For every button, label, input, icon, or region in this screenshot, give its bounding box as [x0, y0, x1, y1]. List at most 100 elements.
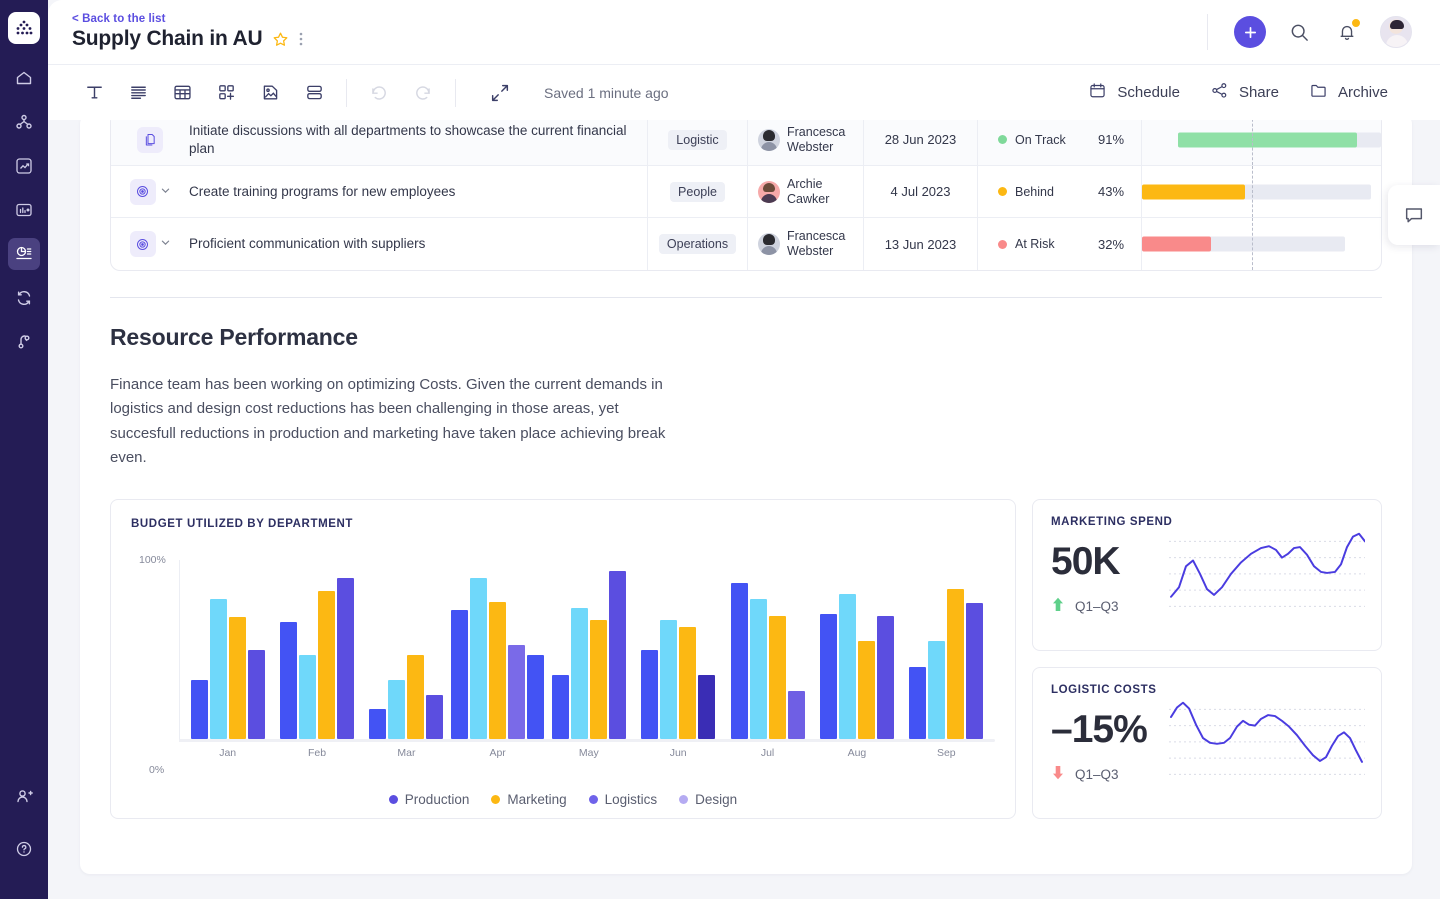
bar[interactable] — [210, 599, 227, 739]
bar-chart-icon[interactable] — [8, 194, 40, 226]
x-axis-tick-label: Apr — [451, 747, 544, 759]
expand-icon[interactable] — [478, 73, 522, 113]
bar[interactable] — [407, 655, 424, 739]
more-vertical-icon[interactable] — [299, 31, 303, 47]
layout-icon[interactable] — [292, 73, 336, 113]
calendar-icon — [1088, 81, 1107, 104]
content-scroll[interactable]: Initiate discussions with all department… — [48, 120, 1440, 899]
add-button[interactable] — [1234, 16, 1266, 48]
bar[interactable] — [966, 603, 983, 738]
avatar-francesca — [758, 129, 780, 151]
bar[interactable] — [928, 641, 945, 739]
bar[interactable] — [820, 614, 837, 739]
refresh-icon[interactable] — [8, 282, 40, 314]
bar[interactable] — [660, 620, 677, 738]
image-icon[interactable] — [248, 73, 292, 113]
network-icon[interactable] — [8, 106, 40, 138]
text-icon[interactable] — [72, 73, 116, 113]
redo-icon[interactable] — [401, 73, 445, 113]
legend-item[interactable]: Production — [389, 792, 470, 807]
sidebar-item-dashboard[interactable] — [8, 238, 40, 270]
bar[interactable] — [769, 616, 786, 739]
bar[interactable] — [527, 655, 544, 739]
bar[interactable] — [750, 599, 767, 739]
bar[interactable] — [489, 602, 506, 739]
today-marker — [1252, 120, 1253, 165]
avatar-archie — [758, 181, 780, 203]
section-heading: Resource Performance — [110, 324, 1382, 351]
legend-item[interactable]: Marketing — [491, 792, 566, 807]
bar-group: Jan — [183, 560, 272, 739]
star-icon[interactable] — [272, 31, 289, 48]
target-icon[interactable] — [130, 179, 156, 205]
x-axis-tick-label: Jan — [183, 747, 272, 759]
gantt-track — [1142, 184, 1371, 199]
main-area: < Back to the list Supply Chain in AU — [48, 0, 1440, 899]
table-row[interactable]: Initiate discussions with all department… — [111, 120, 1381, 166]
search-icon[interactable] — [1284, 17, 1314, 47]
table-row[interactable]: Create training programs for new employe… — [111, 166, 1381, 218]
home-icon[interactable] — [8, 62, 40, 94]
bar[interactable] — [369, 709, 386, 739]
bar[interactable] — [191, 680, 208, 739]
trending-up-icon[interactable] — [8, 150, 40, 182]
bar[interactable] — [858, 641, 875, 739]
legend-item[interactable]: Design — [679, 792, 737, 807]
user-plus-icon[interactable] — [8, 781, 40, 813]
bar[interactable] — [571, 608, 588, 739]
bar[interactable] — [698, 675, 715, 739]
bar[interactable] — [451, 610, 468, 739]
bell-icon[interactable] — [1332, 17, 1362, 47]
title-row: Supply Chain in AU — [72, 27, 303, 51]
share-icon — [1210, 81, 1229, 104]
legend-item[interactable]: Logistics — [589, 792, 658, 807]
bar[interactable] — [280, 622, 297, 739]
branch-icon[interactable] — [8, 326, 40, 358]
bar[interactable] — [229, 617, 246, 738]
bar[interactable] — [248, 650, 265, 739]
bar[interactable] — [508, 645, 525, 738]
bar[interactable] — [388, 680, 405, 739]
chevron-down-icon[interactable] — [160, 235, 171, 253]
y-axis-line — [179, 560, 180, 742]
bar[interactable] — [909, 667, 926, 739]
bar[interactable] — [470, 578, 487, 738]
undo-icon[interactable] — [357, 73, 401, 113]
table-icon[interactable] — [160, 73, 204, 113]
bar[interactable] — [839, 594, 856, 739]
schedule-label: Schedule — [1117, 84, 1180, 101]
share-button[interactable]: Share — [1210, 81, 1279, 104]
bar[interactable] — [590, 620, 607, 738]
grid-logo-icon[interactable] — [8, 12, 40, 44]
back-to-list-link[interactable]: < Back to the list — [72, 13, 303, 25]
align-left-icon[interactable] — [116, 73, 160, 113]
status-dot — [998, 187, 1007, 196]
avatar[interactable] — [1380, 16, 1412, 48]
add-widget-icon[interactable] — [204, 73, 248, 113]
bar[interactable] — [552, 675, 569, 739]
chat-bubble-icon[interactable] — [1388, 185, 1440, 245]
bar[interactable] — [426, 695, 443, 739]
today-marker — [1252, 218, 1253, 270]
schedule-button[interactable]: Schedule — [1088, 81, 1180, 104]
table-row[interactable]: Proficient communication with suppliersO… — [111, 218, 1381, 270]
help-circle-icon[interactable] — [8, 833, 40, 865]
x-axis-tick-label: Mar — [362, 747, 451, 759]
target-icon[interactable] — [130, 231, 156, 257]
bar[interactable] — [947, 589, 964, 738]
bar[interactable] — [299, 655, 316, 739]
bar[interactable] — [731, 583, 748, 739]
bar[interactable] — [877, 616, 894, 739]
chevron-down-icon[interactable] — [160, 183, 171, 201]
bar[interactable] — [788, 691, 805, 739]
archive-button[interactable]: Archive — [1309, 81, 1388, 104]
bar[interactable] — [609, 571, 626, 739]
bar[interactable] — [641, 650, 658, 739]
document-stack-icon[interactable] — [137, 127, 163, 153]
bar[interactable] — [337, 578, 354, 738]
legend-dot — [389, 795, 398, 804]
bar[interactable] — [679, 627, 696, 739]
bar[interactable] — [318, 591, 335, 739]
status-badge: People — [670, 182, 725, 202]
kpi-card: LOGISTIC COSTS–15%Q1–Q3 — [1032, 667, 1382, 819]
